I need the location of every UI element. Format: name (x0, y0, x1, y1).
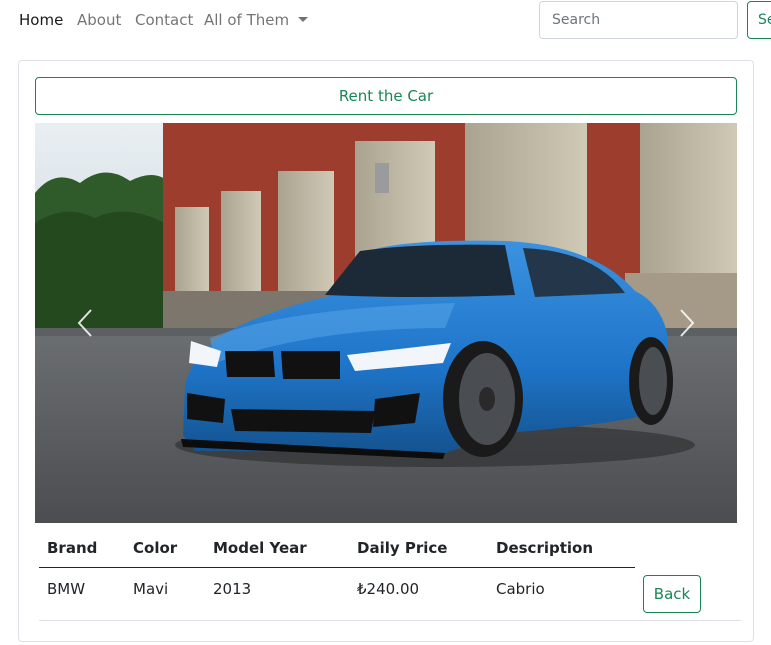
table-row-divider (39, 620, 741, 621)
chevron-left-icon (77, 309, 92, 337)
nav-all-dropdown[interactable]: All of Them (204, 11, 309, 29)
table-header-description: Description (496, 539, 594, 557)
caret-down-icon (298, 17, 309, 22)
cell-daily-price: ₺240.00 (357, 580, 420, 598)
chevron-right-icon (680, 309, 695, 337)
rent-car-button[interactable]: Rent the Car (35, 77, 737, 115)
back-button[interactable]: Back (643, 575, 701, 613)
nav-about-link[interactable]: About (77, 11, 121, 29)
table-header-divider (39, 567, 635, 568)
carousel-prev-button[interactable] (35, 123, 135, 523)
navbar: Home About Contact All of Them Search (0, 0, 771, 40)
cell-description: Cabrio (496, 580, 545, 598)
car-image-carousel (35, 123, 737, 523)
nav-contact-link[interactable]: Contact (135, 11, 193, 29)
table-header-daily-price: Daily Price (357, 539, 448, 557)
table-header-brand: Brand (47, 539, 98, 557)
nav-home-link[interactable]: Home (19, 11, 63, 29)
carousel-next-button[interactable] (637, 123, 737, 523)
nav-all-label: All of Them (204, 11, 290, 29)
cell-color: Mavi (133, 580, 169, 598)
cell-model-year: 2013 (213, 580, 252, 598)
search-button[interactable]: Search (747, 1, 771, 39)
cell-brand: BMW (47, 580, 86, 598)
search-input[interactable] (539, 1, 738, 39)
table-header-model-year: Model Year (213, 539, 307, 557)
car-photo (35, 123, 737, 523)
table-header-color: Color (133, 539, 178, 557)
